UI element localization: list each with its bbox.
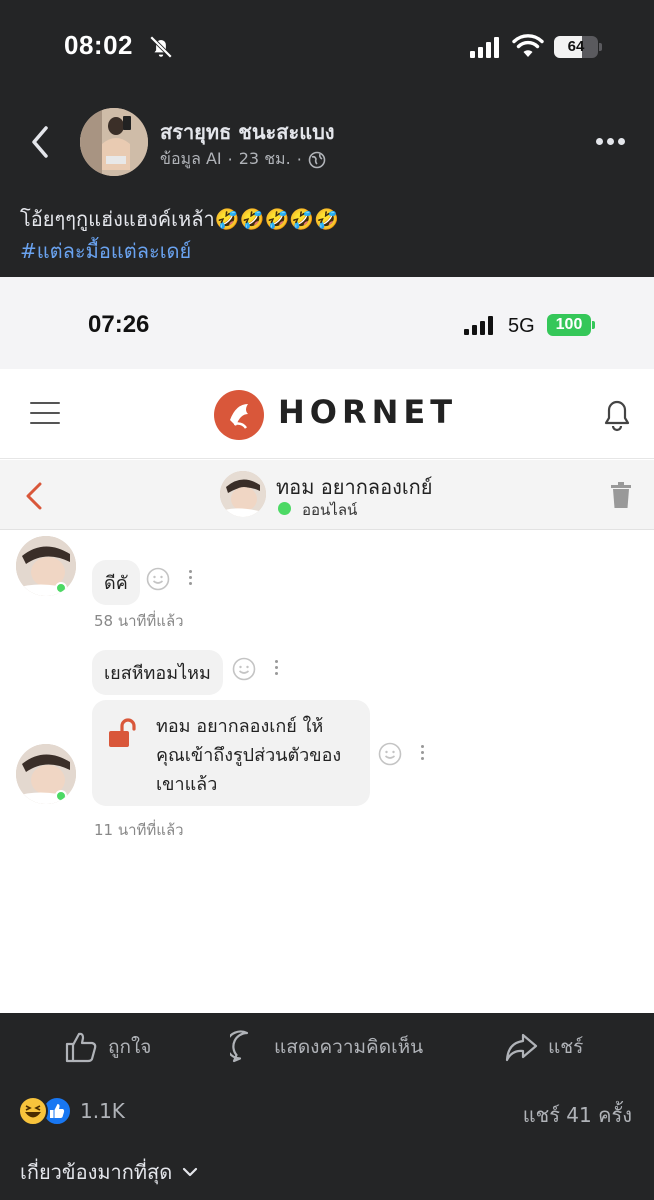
bell-icon: [604, 400, 630, 432]
chevron-down-icon: [183, 1167, 198, 1177]
author-name[interactable]: สรายุทธ ชนะสะแบง: [160, 116, 335, 148]
more-options-button[interactable]: [596, 138, 625, 145]
reactions-count: 1.1K: [80, 1099, 125, 1123]
chat-contact-avatar: [220, 471, 266, 517]
comment-sort-dropdown[interactable]: เกี่ยวข้องมากที่สุด: [20, 1156, 198, 1188]
access-granted-text: ทอม อยากลองเกย์ ให้ คุณเข้าถึงรูปส่วนตัว…: [156, 712, 341, 799]
kebab-icon: [421, 745, 425, 761]
post-hashtag[interactable]: #แต่ละมื้อแต่ละเดย์: [20, 236, 191, 266]
battery-level: 64: [567, 38, 585, 55]
chat-back-icon: [26, 482, 42, 510]
screenshot-network: 5G: [508, 315, 535, 337]
globe-icon: [308, 151, 326, 168]
trash-icon: [611, 482, 631, 508]
hornet-wordmark: HORNET: [278, 393, 458, 431]
post-image[interactable]: 07:26 5G 100 HORNET ทอม อยากลองเกย์ ออนไ…: [0, 277, 654, 1013]
comment-icon: [230, 1030, 249, 1063]
share-icon: [505, 1033, 538, 1062]
battery-tip: [599, 43, 602, 51]
post-meta: ข้อมูล AI · 23 ชม. ·: [160, 147, 326, 172]
signal-icon: [470, 36, 499, 58]
meta-source[interactable]: ข้อมูล AI: [160, 147, 222, 172]
online-status-label: ออนไลน์: [302, 501, 358, 519]
screenshot-battery: 100: [547, 314, 591, 336]
access-line: คุณเข้าถึงรูปส่วนตัวของ: [156, 745, 342, 766]
hamburger-icon: [30, 402, 60, 424]
access-line: ทอม อยากลองเกย์ ให้: [156, 716, 324, 737]
battery-icon: 64: [554, 36, 598, 58]
unlock-icon: [109, 718, 136, 747]
message-time: 11 นาทีที่แล้ว: [94, 821, 184, 839]
more-dot: [596, 138, 603, 145]
screenshot-signal-icon: [464, 315, 493, 335]
access-granted-bubble: ทอม อยากลองเกย์ ให้ คุณเข้าถึงรูปส่วนตัว…: [92, 700, 370, 806]
share-button[interactable]: แชร์: [504, 1030, 583, 1064]
wifi-icon: [512, 34, 544, 57]
meta-separator-2: ·: [296, 150, 302, 169]
comment-label: แสดงความคิดเห็น: [274, 1036, 424, 1058]
message-bubble: ดีคั: [92, 560, 140, 605]
hornet-logo: [214, 390, 264, 440]
smile-icon: [146, 567, 170, 591]
like-icon: [65, 1032, 97, 1063]
kebab-icon: [189, 570, 193, 586]
more-dot: [618, 138, 625, 145]
post-text: โอ้ยๆๆกูแฮ่งแฮงค์เหล้า🤣🤣🤣🤣🤣: [20, 207, 340, 231]
online-status-dot: [278, 502, 291, 515]
online-dot: [55, 582, 67, 594]
haha-reaction-icon: [18, 1096, 48, 1126]
kebab-icon: [275, 660, 279, 676]
message-avatar: [16, 536, 76, 596]
online-dot: [55, 790, 67, 802]
status-bar: 08:02 64: [0, 0, 654, 96]
sort-label: เกี่ยวข้องมากที่สุด: [20, 1160, 173, 1184]
message-time: 58 นาทีที่แล้ว: [94, 612, 184, 630]
shares-count[interactable]: แชร์ 41 ครั้ง: [523, 1099, 632, 1131]
message-bubble: เยสหีทอมไหม: [92, 650, 223, 695]
share-label: แชร์: [548, 1036, 584, 1058]
meta-time: 23 ชม.: [238, 149, 291, 168]
screenshot-battery-tip: [592, 321, 595, 329]
smile-icon: [378, 742, 402, 766]
like-button[interactable]: ถูกใจ: [64, 1030, 151, 1064]
message-avatar: [16, 744, 76, 804]
meta-separator: ·: [227, 150, 233, 169]
reactions-summary[interactable]: 1.1K: [18, 1096, 125, 1126]
more-dot: [607, 138, 614, 145]
like-label: ถูกใจ: [108, 1036, 152, 1058]
smile-icon: [232, 657, 256, 681]
bell-off-icon: [149, 35, 173, 59]
back-chevron-icon[interactable]: [28, 124, 52, 160]
status-time: 08:02: [64, 30, 133, 60]
access-line: เขาแล้ว: [156, 774, 218, 795]
screenshot-time: 07:26: [88, 311, 150, 338]
author-avatar[interactable]: [80, 108, 148, 176]
comment-button[interactable]: แสดงความคิดเห็น: [230, 1030, 423, 1064]
